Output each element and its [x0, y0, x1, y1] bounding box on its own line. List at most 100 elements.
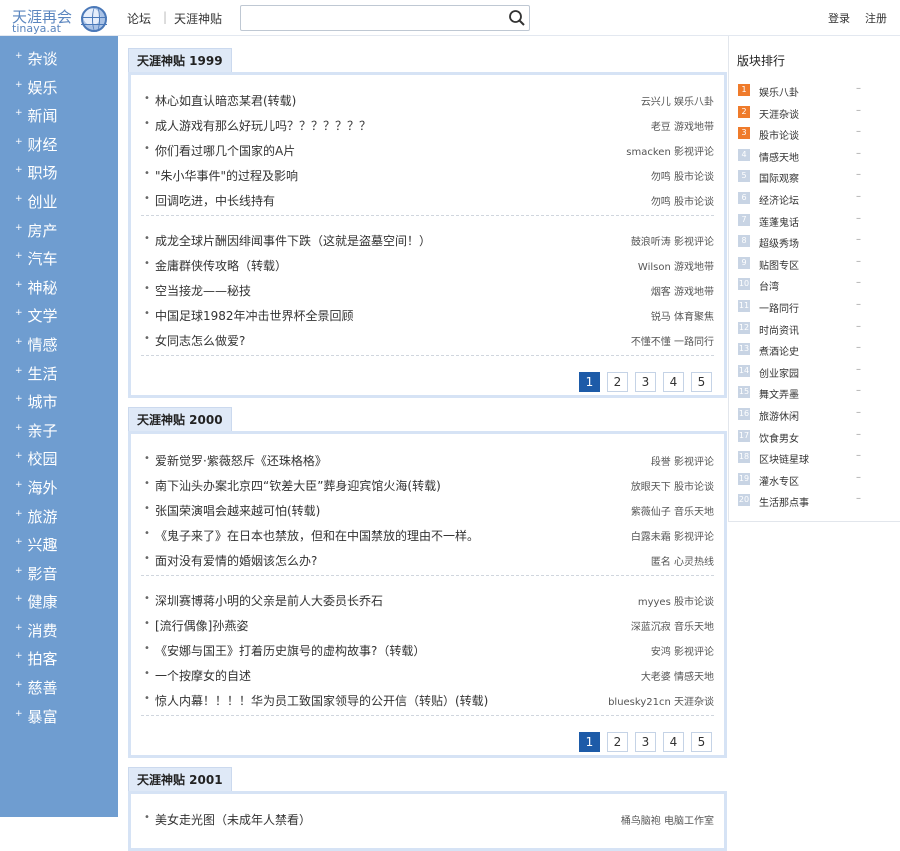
search-input[interactable]: [241, 6, 501, 30]
post-author-link[interactable]: 白露未霜: [631, 532, 671, 543]
sidebar-item[interactable]: + 慈善: [0, 673, 118, 702]
sidebar-item[interactable]: + 旅游: [0, 502, 118, 531]
post-board-link[interactable]: 音乐天地: [674, 507, 714, 518]
post-author-link[interactable]: 锐马: [651, 312, 671, 323]
section-tab[interactable]: 天涯神贴 2000: [128, 407, 232, 431]
post-author-link[interactable]: 不懂不懂: [631, 337, 671, 348]
post-row[interactable]: • 爱新觉罗·紫薇怒斥《还珠格格》 段誉 影视评论: [141, 448, 714, 473]
site-logo[interactable]: 天涯再会 tinaya.at: [6, 4, 108, 35]
sidebar-item[interactable]: + 房产: [0, 216, 118, 245]
rank-board-name[interactable]: 天涯杂谈: [759, 106, 799, 121]
post-row[interactable]: • 张国荣演唱会越来越可怕(转载) 紫薇仙子 音乐天地: [141, 498, 714, 523]
sidebar-item[interactable]: + 海外: [0, 473, 118, 502]
post-row[interactable]: • 面对没有爱情的婚姻该怎么办? 匿名 心灵热线: [141, 548, 714, 573]
page-button[interactable]: 3: [635, 372, 656, 392]
sidebar-item[interactable]: + 健康: [0, 587, 118, 616]
login-link[interactable]: 登录: [828, 10, 850, 26]
ranking-item[interactable]: 1 娱乐八卦 –: [737, 81, 897, 103]
rank-board-name[interactable]: 国际观察: [759, 170, 799, 185]
post-board-link[interactable]: 影视评论: [674, 457, 714, 468]
post-author-link[interactable]: 云兴儿: [641, 97, 671, 108]
post-row[interactable]: • 一个按摩女的自述 大老婆 情感天地: [141, 663, 714, 688]
post-row[interactable]: • 金庸群侠传攻略（转载） Wilson 游戏地带: [141, 253, 714, 278]
post-title-link[interactable]: "朱小华事件"的过程及影响: [155, 167, 298, 184]
post-author-link[interactable]: 放眼天下: [631, 482, 671, 493]
post-board-link[interactable]: 影视评论: [674, 647, 714, 658]
rank-board-name[interactable]: 创业家园: [759, 365, 799, 380]
search-icon[interactable]: [508, 9, 526, 27]
page-button[interactable]: 2: [607, 732, 628, 752]
post-row[interactable]: • 美女走光图（未成年人禁看） 桶鸟脑袍 电脑工作室: [141, 807, 714, 832]
rank-board-name[interactable]: 生活那点事: [759, 494, 809, 509]
page-button[interactable]: 1: [579, 372, 600, 392]
ranking-item[interactable]: 14 创业家园 –: [737, 362, 897, 384]
rank-board-name[interactable]: 股市论谈: [759, 127, 799, 142]
post-board-link[interactable]: 股市论谈: [674, 172, 714, 183]
post-board-link[interactable]: 影视评论: [674, 147, 714, 158]
post-row[interactable]: • [流行偶像]孙燕姿 深蓝沉寂 音乐天地: [141, 613, 714, 638]
post-row[interactable]: • 成龙全球片酬因绯闻事件下跌（这就是盗墓空间！） 鼓浪听涛 影视评论: [141, 228, 714, 253]
post-board-link[interactable]: 影视评论: [674, 237, 714, 248]
post-row[interactable]: • 女同志怎么做爱? 不懂不懂 一路同行: [141, 328, 714, 353]
post-author-link[interactable]: 深蓝沉寂: [631, 622, 671, 633]
post-author-link[interactable]: 段誉: [651, 457, 671, 468]
section-tab[interactable]: 天涯神贴 1999: [128, 48, 232, 72]
post-row[interactable]: • 惊人内幕！！！！华为员工致国家领导的公开信（转贴）(转载) bluesky21c…: [141, 688, 714, 713]
rank-board-name[interactable]: 情感天地: [759, 149, 799, 164]
post-author-link[interactable]: 鼓浪听涛: [631, 237, 671, 248]
post-author-link[interactable]: 安鸿: [651, 647, 671, 658]
ranking-item[interactable]: 3 股市论谈 –: [737, 124, 897, 146]
post-row[interactable]: • 空当接龙——秘技 烟客 游戏地带: [141, 278, 714, 303]
post-title-link[interactable]: 空当接龙——秘技: [155, 282, 251, 299]
rank-board-name[interactable]: 煮酒论史: [759, 343, 799, 358]
ranking-item[interactable]: 11 一路同行 –: [737, 297, 897, 319]
post-title-link[interactable]: 深圳赛博蒋小明的父亲是前人大委员长乔石: [155, 592, 383, 609]
ranking-item[interactable]: 20 生活那点事 –: [737, 491, 897, 513]
post-row[interactable]: • 你们看过哪几个国家的A片 smacken 影视评论: [141, 138, 714, 163]
sidebar-item[interactable]: + 杂谈: [0, 44, 118, 73]
ranking-item[interactable]: 13 煮酒论史 –: [737, 340, 897, 362]
post-title-link[interactable]: 爱新觉罗·紫薇怒斥《还珠格格》: [155, 452, 327, 469]
post-board-link[interactable]: 股市论谈: [674, 197, 714, 208]
rank-board-name[interactable]: 饮食男女: [759, 430, 799, 445]
post-title-link[interactable]: 《安娜与国王》打着历史旗号的虚构故事?（转载）: [155, 642, 425, 659]
post-row[interactable]: • "朱小华事件"的过程及影响 勿鸣 股市论谈: [141, 163, 714, 188]
rank-board-name[interactable]: 贴图专区: [759, 257, 799, 272]
post-author-link[interactable]: 桶鸟脑袍: [621, 816, 661, 827]
page-button[interactable]: 4: [663, 732, 684, 752]
sidebar-item[interactable]: + 亲子: [0, 416, 118, 445]
page-button[interactable]: 5: [691, 732, 712, 752]
rank-board-name[interactable]: 灌水专区: [759, 473, 799, 488]
rank-board-name[interactable]: 娱乐八卦: [759, 84, 799, 99]
post-title-link[interactable]: 一个按摩女的自述: [155, 667, 251, 684]
post-row[interactable]: • 中国足球1982年冲击世界杯全景回顾 锐马 体育聚焦: [141, 303, 714, 328]
ranking-item[interactable]: 16 旅游休闲 –: [737, 405, 897, 427]
post-row[interactable]: • 深圳赛博蒋小明的父亲是前人大委员长乔石 myyes 股市论谈: [141, 588, 714, 613]
sidebar-item[interactable]: + 校园: [0, 444, 118, 473]
post-board-link[interactable]: 一路同行: [674, 337, 714, 348]
post-board-link[interactable]: 股市论谈: [674, 482, 714, 493]
sidebar-item[interactable]: + 神秘: [0, 273, 118, 302]
post-board-link[interactable]: 股市论谈: [674, 597, 714, 608]
post-title-link[interactable]: 《鬼子来了》在日本也禁放，但和在中国禁放的理由不一样。: [155, 527, 479, 544]
post-board-link[interactable]: 影视评论: [674, 532, 714, 543]
sidebar-item[interactable]: + 财经: [0, 130, 118, 159]
page-button[interactable]: 4: [663, 372, 684, 392]
post-author-link[interactable]: smacken: [626, 147, 671, 158]
sidebar-item[interactable]: + 新闻: [0, 101, 118, 130]
post-author-link[interactable]: Wilson: [638, 262, 671, 273]
rank-board-name[interactable]: 旅游休闲: [759, 408, 799, 423]
post-board-link[interactable]: 情感天地: [674, 672, 714, 683]
post-board-link[interactable]: 娱乐八卦: [674, 97, 714, 108]
ranking-item[interactable]: 7 莲蓬鬼话 –: [737, 211, 897, 233]
ranking-item[interactable]: 12 时尚资讯 –: [737, 319, 897, 341]
post-title-link[interactable]: 成龙全球片酬因绯闻事件下跌（这就是盗墓空间！）: [155, 232, 431, 249]
section-tab[interactable]: 天涯神贴 2001: [128, 767, 232, 791]
ranking-item[interactable]: 18 区块链星球 –: [737, 448, 897, 470]
post-board-link[interactable]: 游戏地带: [674, 122, 714, 133]
page-button[interactable]: 3: [635, 732, 656, 752]
post-author-link[interactable]: 匿名: [651, 557, 671, 568]
post-author-link[interactable]: 勿鸣: [651, 197, 671, 208]
post-title-link[interactable]: 你们看过哪几个国家的A片: [155, 142, 295, 159]
post-row[interactable]: • 林心如直认暗恋某君(转载) 云兴儿 娱乐八卦: [141, 88, 714, 113]
